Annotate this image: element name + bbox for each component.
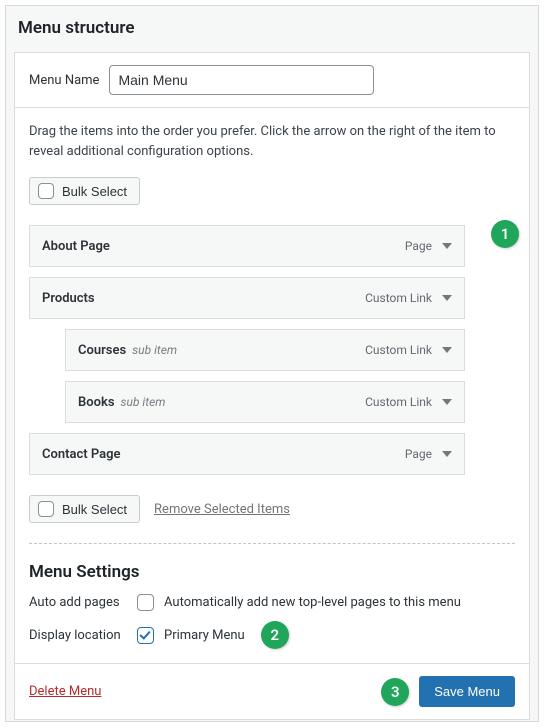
sub-item-note: sub item: [132, 343, 177, 357]
chevron-down-icon[interactable]: [442, 347, 452, 353]
bulk-select-row-top: Bulk Select: [29, 177, 515, 205]
menu-item-type: Custom Link: [365, 343, 432, 357]
delete-menu-link[interactable]: Delete Menu: [29, 684, 101, 699]
auto-add-pages-row: Auto add pages Automatically add new top…: [29, 594, 515, 611]
instructions-text: Drag the items into the order you prefer…: [29, 122, 515, 161]
menu-item-type: Page: [405, 239, 432, 253]
menu-item-sub[interactable]: Courses sub item Custom Link: [65, 329, 465, 371]
chevron-down-icon[interactable]: [442, 399, 452, 405]
display-location-label: Display location: [29, 628, 127, 643]
auto-add-checkbox[interactable]: [137, 594, 154, 611]
bulk-select-button[interactable]: Bulk Select: [29, 495, 140, 523]
annotation-badge-3: 3: [381, 678, 409, 706]
sub-item-note: sub item: [121, 395, 166, 409]
menu-item-title: Contact Page: [42, 447, 121, 462]
bulk-select-label: Bulk Select: [62, 184, 127, 199]
auto-add-label: Auto add pages: [29, 595, 127, 610]
menu-item-type: Custom Link: [365, 291, 432, 305]
menu-body: Drag the items into the order you prefer…: [15, 108, 529, 663]
auto-add-checkbox-label: Automatically add new top-level pages to…: [164, 595, 461, 610]
chevron-down-icon[interactable]: [442, 451, 452, 457]
annotation-badge-2: 2: [261, 621, 289, 649]
menu-panel: Menu Name Drag the items into the order …: [14, 52, 530, 720]
save-menu-button[interactable]: Save Menu: [419, 676, 515, 707]
menu-item-title: Books: [78, 395, 115, 410]
divider: [29, 543, 515, 544]
menu-name-input[interactable]: [109, 65, 374, 95]
menu-item-type: Custom Link: [365, 395, 432, 409]
menu-item-sub[interactable]: Books sub item Custom Link: [65, 381, 465, 423]
menu-structure-panel: Menu structure Menu Name Drag the items …: [5, 5, 539, 722]
menu-settings-title: Menu Settings: [29, 562, 515, 582]
menu-item-title: About Page: [42, 239, 110, 254]
display-location-checkbox[interactable]: [137, 627, 154, 644]
menu-items-list: About Page Page Products Custom Link: [29, 225, 515, 475]
remove-selected-link[interactable]: Remove Selected Items: [154, 502, 290, 517]
menu-name-row: Menu Name: [15, 53, 529, 108]
menu-items-wrap: 1 About Page Page Products: [29, 225, 515, 475]
bulk-select-row-bottom: Bulk Select Remove Selected Items: [29, 495, 515, 523]
menu-item[interactable]: Products Custom Link: [29, 277, 465, 319]
menu-item-title: Courses: [78, 343, 126, 358]
display-location-row: Display location Primary Menu 2: [29, 621, 515, 649]
display-location-checkbox-label: Primary Menu: [164, 628, 245, 643]
checkbox-icon: [38, 183, 54, 199]
page-title: Menu structure: [6, 6, 538, 52]
menu-item-type: Page: [405, 447, 432, 461]
menu-footer: Delete Menu 3 Save Menu: [15, 663, 529, 719]
checkbox-icon: [38, 501, 54, 517]
menu-item[interactable]: About Page Page: [29, 225, 465, 267]
chevron-down-icon[interactable]: [442, 243, 452, 249]
menu-item[interactable]: Contact Page Page: [29, 433, 465, 475]
bulk-select-label: Bulk Select: [62, 502, 127, 517]
menu-item-title: Products: [42, 291, 95, 306]
bulk-select-button[interactable]: Bulk Select: [29, 177, 140, 205]
menu-name-label: Menu Name: [29, 73, 99, 88]
annotation-badge-1: 1: [491, 220, 519, 248]
chevron-down-icon[interactable]: [442, 295, 452, 301]
